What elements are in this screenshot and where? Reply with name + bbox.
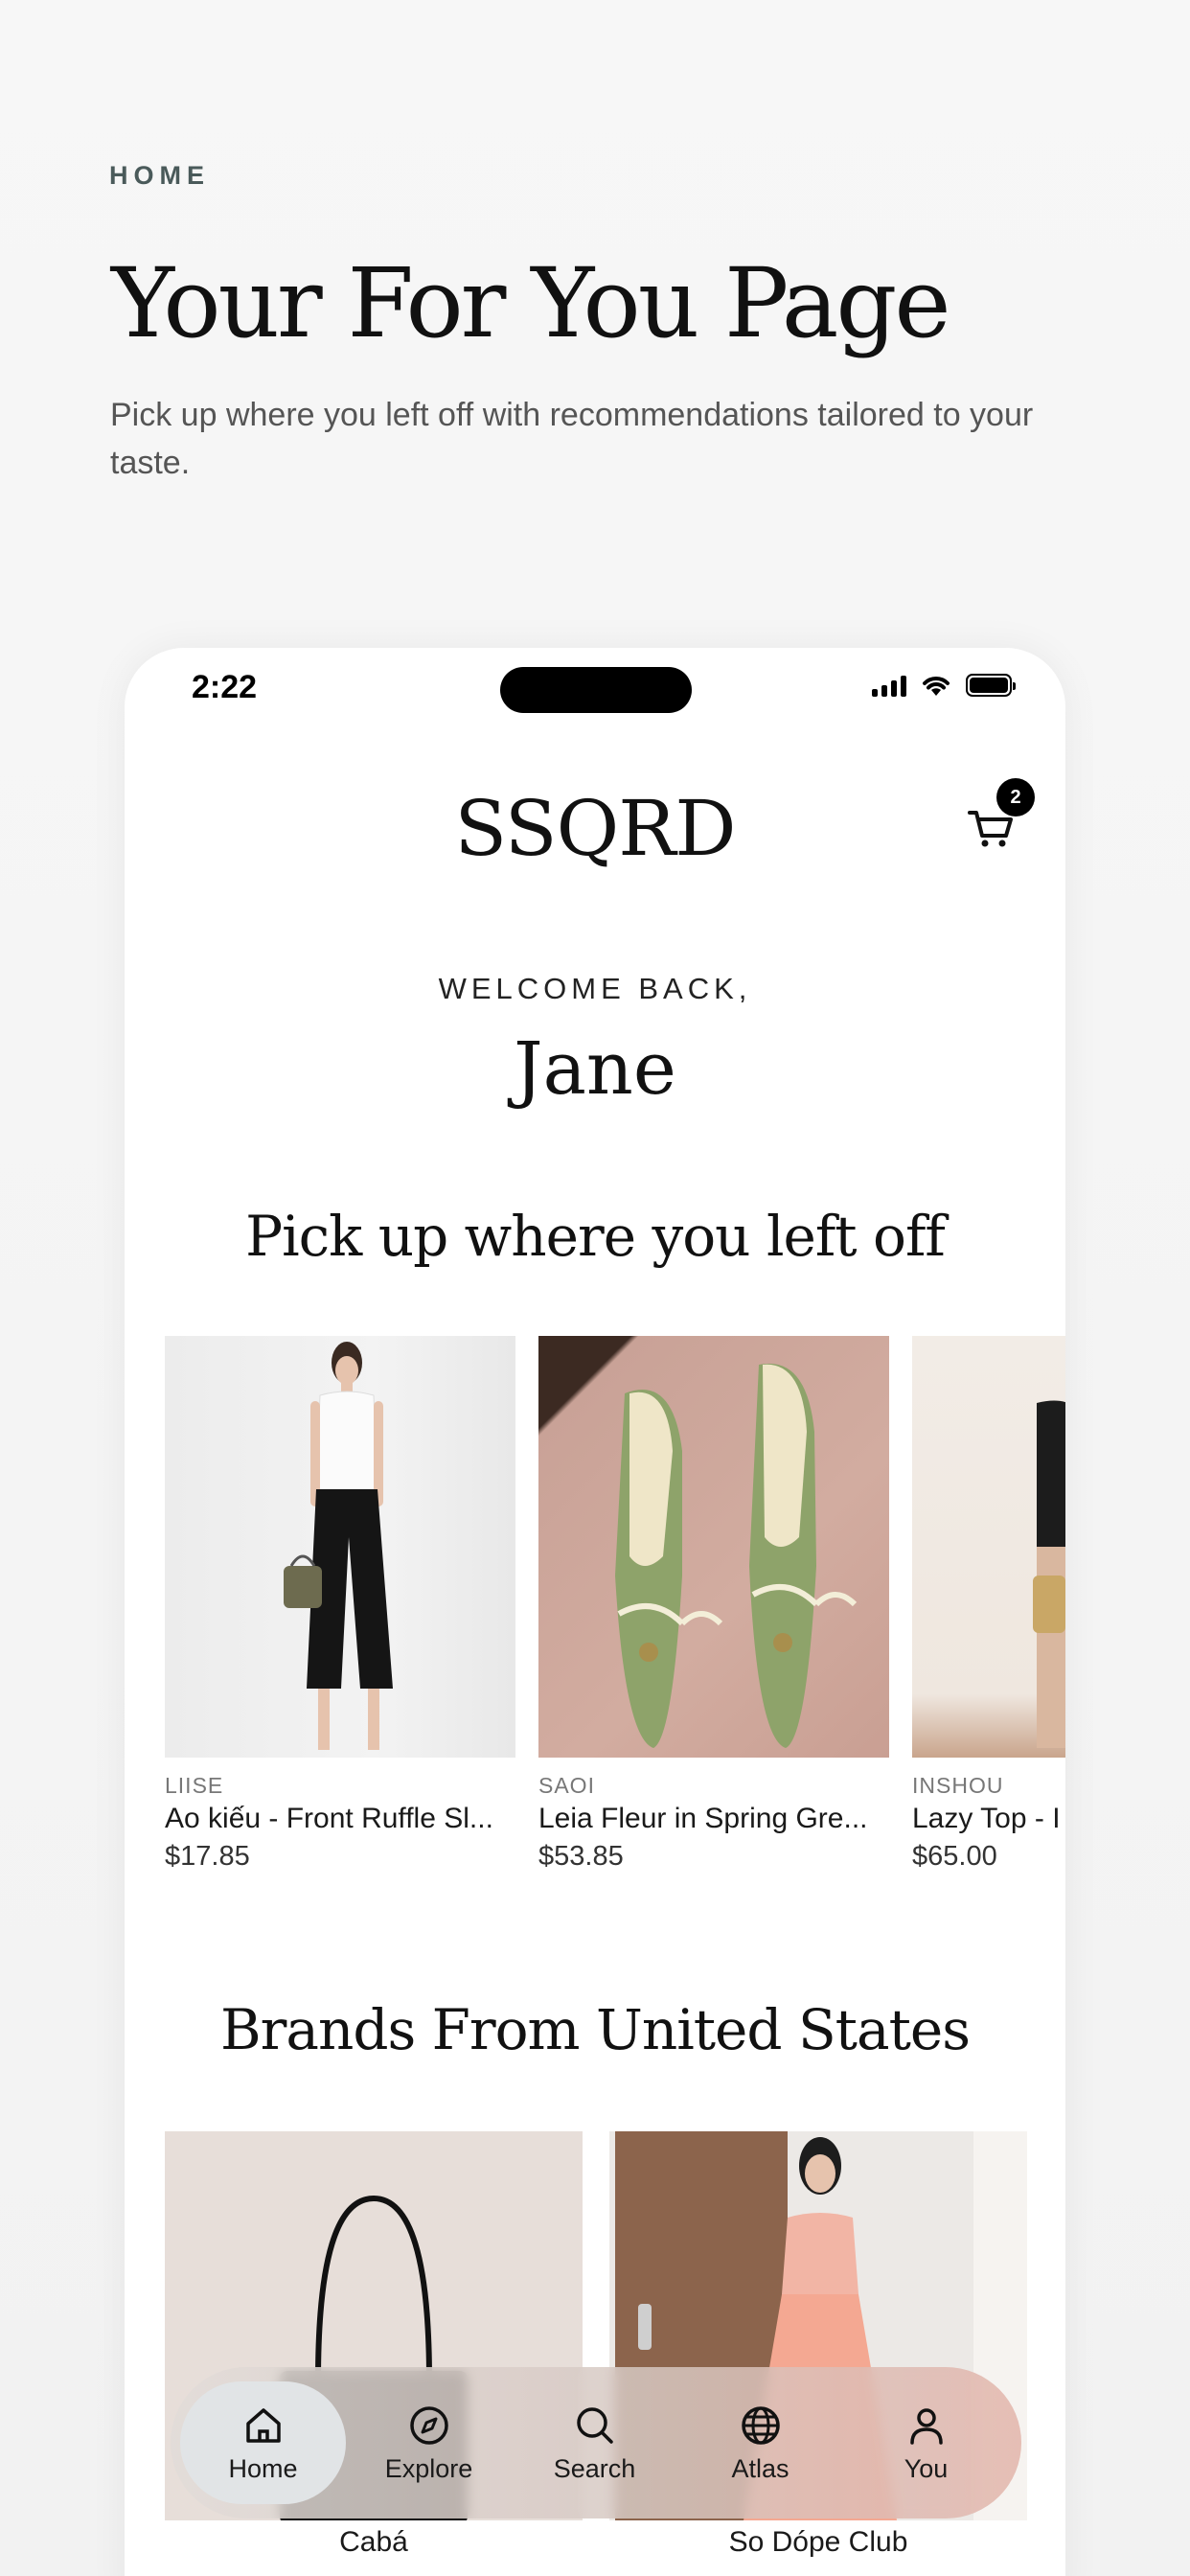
product-name[interactable]: Leia Fleur in Spring Gre... <box>538 1803 889 1835</box>
product-image[interactable] <box>538 1336 889 1758</box>
phone-mockup: 2:22 SSQRD 2 WELCOME BACK, Jane Pick up … <box>125 648 1065 2576</box>
dynamic-island <box>500 667 692 713</box>
status-icons <box>872 673 1016 698</box>
brand-logo[interactable]: SSQRD <box>125 784 1065 873</box>
product-carousel[interactable]: LIISE Ao kiếu - Front Ruffle Sl... $17.8… <box>165 1336 1065 1882</box>
product-price: $65.00 <box>912 1841 997 1872</box>
battery-icon <box>966 674 1016 697</box>
nav-item-home[interactable]: Home <box>180 2381 346 2504</box>
product-brand: SAOI <box>538 1773 595 1798</box>
nav-label: Explore <box>384 2453 473 2483</box>
home-icon <box>245 2407 281 2443</box>
brand-name[interactable]: So Dópe Club <box>609 2526 1027 2559</box>
compass-icon <box>409 2405 448 2445</box>
welcome-label: WELCOME BACK, <box>438 972 752 1005</box>
nav-label: You <box>904 2453 949 2483</box>
product-image[interactable] <box>165 1336 515 1758</box>
nav-item-atlas[interactable]: Atlas <box>677 2381 843 2504</box>
nav-label: Atlas <box>731 2453 790 2483</box>
product-name[interactable]: Ao kiếu - Front Ruffle Sl... <box>165 1803 515 1835</box>
globe-icon <box>741 2405 780 2445</box>
product-price: $17.85 <box>165 1841 250 1872</box>
brand-name[interactable]: Cabá <box>165 2526 583 2559</box>
product-brand: INSHOU <box>912 1773 1004 1798</box>
page: HOME Your For You Page Pick up where you… <box>0 0 1190 2576</box>
product-card[interactable]: SAOI Leia Fleur in Spring Gre... $53.85 <box>538 1336 889 1873</box>
status-time: 2:22 <box>192 669 258 705</box>
product-price: $53.85 <box>538 1841 624 1872</box>
user-icon <box>909 2407 943 2445</box>
section-title-brands: Brands From United States <box>220 1997 971 2062</box>
eyebrow-label: HOME <box>109 161 210 190</box>
product-card[interactable]: INSHOU Lazy Top - I $65.00 <box>912 1336 1065 1873</box>
product-name[interactable]: Lazy Top - I <box>912 1803 1065 1835</box>
wifi-icon <box>923 677 950 696</box>
product-brand: LIISE <box>165 1773 224 1798</box>
nav-item-you[interactable]: You <box>843 2381 1009 2504</box>
product-image[interactable] <box>912 1336 1065 1758</box>
signal-icon <box>872 674 906 697</box>
bottom-nav: Home Explore Search Atlas You <box>171 2367 1021 2518</box>
user-name: Jane <box>514 1025 676 1111</box>
product-card[interactable]: LIISE Ao kiếu - Front Ruffle Sl... $17.8… <box>165 1336 515 1873</box>
nav-label: Home <box>228 2453 298 2483</box>
nav-item-explore[interactable]: Explore <box>346 2381 512 2504</box>
nav-item-search[interactable]: Search <box>512 2381 677 2504</box>
cart-badge[interactable]: 2 <box>996 778 1035 816</box>
nav-label: Search <box>553 2453 636 2483</box>
section-title-recent: Pick up where you left off <box>245 1204 946 1269</box>
search-icon <box>576 2406 613 2444</box>
page-subtitle: Pick up where you left off with recommen… <box>110 397 1034 481</box>
page-title: Your For You Page <box>111 247 951 359</box>
